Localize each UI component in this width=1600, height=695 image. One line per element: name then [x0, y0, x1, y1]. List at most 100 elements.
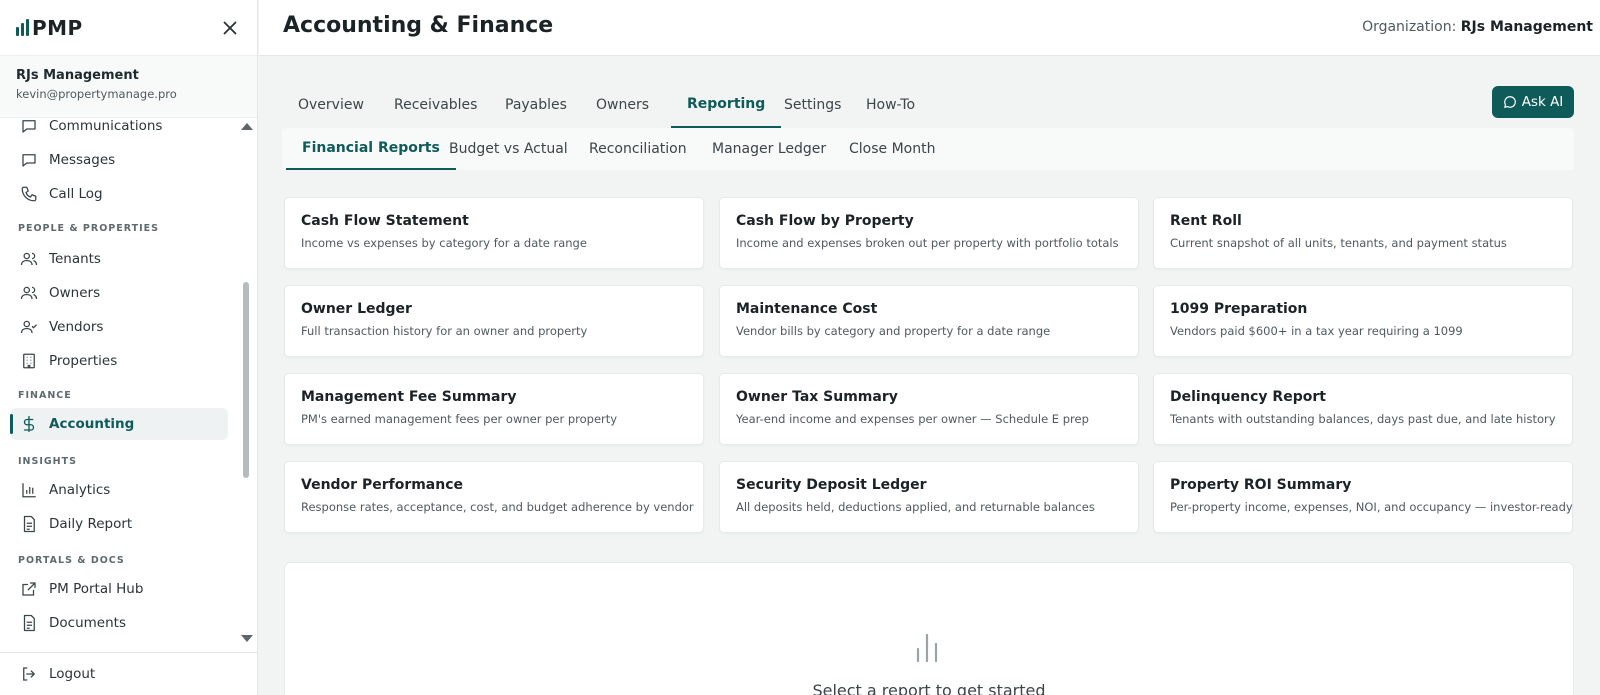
report-title: Cash Flow by Property: [736, 213, 914, 229]
section-people-properties: PEOPLE & PROPERTIES: [18, 223, 159, 234]
logout-icon: [23, 667, 36, 681]
report-card-owner-tax-summary[interactable]: Owner Tax Summary Year-end income and ex…: [719, 373, 1139, 445]
chat-bubble-icon: [22, 120, 36, 133]
logout-button[interactable]: Logout: [0, 652, 257, 695]
sidebar-item-properties[interactable]: Properties: [10, 345, 228, 377]
empty-state-message: Select a report to get started: [812, 681, 1046, 695]
sidebar-item-call-log[interactable]: Call Log: [10, 178, 228, 210]
ask-ai-label: Ask AI: [1521, 94, 1564, 110]
close-icon[interactable]: [219, 17, 241, 39]
sidebar-item-messages[interactable]: Messages: [10, 144, 228, 176]
user-email: kevin@propertymanage.pro: [16, 87, 177, 101]
section-portals-docs: PORTALS & DOCS: [18, 555, 125, 566]
dollar-icon: [23, 415, 35, 433]
section-finance: FINANCE: [18, 390, 72, 401]
report-description: Vendors paid $600+ in a tax year requiri…: [1170, 324, 1463, 338]
report-description: Full transaction history for an owner an…: [301, 324, 588, 338]
report-description: Vendor bills by category and property fo…: [736, 324, 1051, 338]
organization-name: RJs Management: [1460, 19, 1593, 35]
organization-label: Organization:: [1362, 19, 1457, 35]
tab-overview[interactable]: Overview: [282, 82, 380, 128]
report-description: PM's earned management fees per owner pe…: [301, 412, 618, 426]
external-link-icon: [22, 582, 36, 596]
report-card-management-fee-summary[interactable]: Management Fee Summary PM's earned manag…: [284, 373, 704, 445]
sidebar-item-label: Properties: [49, 353, 118, 369]
report-card-maintenance-cost[interactable]: Maintenance Cost Vendor bills by categor…: [719, 285, 1139, 357]
scroll-up-arrow-icon[interactable]: [241, 123, 253, 130]
sidebar-item-tenants[interactable]: Tenants: [10, 243, 228, 275]
sidebar-item-label: Documents: [49, 615, 126, 631]
user-check-icon: [20, 320, 37, 334]
tab-settings[interactable]: Settings: [768, 82, 857, 128]
report-description: Income and expenses broken out per prope…: [736, 236, 1119, 250]
report-title: Maintenance Cost: [736, 301, 878, 317]
chat-bubble-icon: [1503, 96, 1516, 108]
sidebar-scroll-thumb[interactable]: [243, 282, 249, 478]
scroll-down-arrow-icon[interactable]: [241, 635, 253, 642]
sidebar-item-label: Daily Report: [49, 516, 133, 532]
tab-owners[interactable]: Owners: [580, 82, 665, 128]
report-card-rent-roll[interactable]: Rent Roll Current snapshot of all units,…: [1153, 197, 1573, 269]
report-title: Owner Tax Summary: [736, 389, 898, 405]
report-title: Management Fee Summary: [301, 389, 517, 405]
sidebar-item-daily-report[interactable]: Daily Report: [10, 508, 228, 540]
report-title: 1099 Preparation: [1170, 301, 1308, 317]
sidebar-item-owners[interactable]: Owners: [10, 277, 228, 309]
report-card-vendor-performance[interactable]: Vendor Performance Response rates, accep…: [284, 461, 704, 533]
tab-payables[interactable]: Payables: [489, 82, 583, 128]
report-card-cash-flow-by-property[interactable]: Cash Flow by Property Income and expense…: [719, 197, 1139, 269]
report-description: Response rates, acceptance, cost, and bu…: [301, 500, 694, 514]
report-description: Current snapshot of all units, tenants, …: [1170, 236, 1507, 250]
bar-chart-icon: [22, 483, 36, 498]
report-description: Year-end income and expenses per owner —…: [736, 412, 1089, 426]
report-title: Rent Roll: [1170, 213, 1242, 229]
sidebar: PMP RJs Management kevin@propertymanage.…: [0, 0, 258, 695]
sidebar-item-label: Messages: [49, 152, 116, 168]
report-card-delinquency-report[interactable]: Delinquency Report Tenants with outstand…: [1153, 373, 1573, 445]
tab-how-to[interactable]: How-To: [850, 82, 931, 128]
section-insights: INSIGHTS: [18, 456, 77, 467]
sidebar-item-label: Vendors: [49, 319, 104, 335]
sidebar-item-label: Tenants: [49, 251, 101, 267]
report-card-property-roi-summary[interactable]: Property ROI Summary Per-property income…: [1153, 461, 1573, 533]
sidebar-item-analytics[interactable]: Analytics: [10, 474, 228, 506]
report-title: Cash Flow Statement: [301, 213, 469, 229]
logout-label: Logout: [49, 666, 96, 682]
report-card-1099-preparation[interactable]: 1099 Preparation Vendors paid $600+ in a…: [1153, 285, 1573, 357]
report-card-cash-flow-statement[interactable]: Cash Flow Statement Income vs expenses b…: [284, 197, 704, 269]
document-icon: [23, 515, 35, 533]
main-tabs: Overview Receivables Payables Owners Rep…: [282, 82, 1572, 128]
sidebar-item-vendors[interactable]: Vendors: [10, 311, 228, 343]
subtab-reconciliation[interactable]: Reconciliation: [573, 128, 703, 170]
ask-ai-button[interactable]: Ask AI: [1492, 86, 1574, 118]
report-title: Security Deposit Ledger: [736, 477, 927, 493]
sidebar-item-documents[interactable]: Documents: [10, 607, 228, 639]
brand-name: PMP: [32, 15, 83, 40]
document-icon: [23, 614, 35, 632]
sidebar-item-pm-portal-hub[interactable]: PM Portal Hub: [10, 573, 228, 605]
subtab-budget-vs-actual[interactable]: Budget vs Actual: [433, 128, 584, 170]
building-icon: [23, 353, 35, 369]
sidebar-item-label: Call Log: [49, 186, 103, 202]
subtab-financial-reports[interactable]: Financial Reports: [286, 128, 456, 170]
sidebar-item-label: PM Portal Hub: [49, 581, 144, 597]
report-card-owner-ledger[interactable]: Owner Ledger Full transaction history fo…: [284, 285, 704, 357]
subtab-close-month[interactable]: Close Month: [833, 128, 951, 170]
subtab-manager-ledger[interactable]: Manager Ledger: [696, 128, 842, 170]
users-icon: [20, 286, 38, 300]
report-description: Tenants with outstanding balances, days …: [1170, 412, 1556, 426]
reporting-subtabs: Financial Reports Budget vs Actual Recon…: [282, 128, 1574, 170]
report-title: Property ROI Summary: [1170, 477, 1352, 493]
bar-chart-icon: [916, 633, 938, 663]
sidebar-item-label: Communications: [49, 118, 163, 134]
report-card-security-deposit-ledger[interactable]: Security Deposit Ledger All deposits hel…: [719, 461, 1139, 533]
report-title: Vendor Performance: [301, 477, 464, 493]
brand-logo-icon: [16, 19, 29, 36]
report-title: Delinquency Report: [1170, 389, 1326, 405]
tab-receivables[interactable]: Receivables: [378, 82, 493, 128]
sidebar-item-accounting[interactable]: Accounting: [10, 408, 228, 440]
users-icon: [20, 252, 38, 266]
sidebar-item-communications[interactable]: Communications: [10, 110, 228, 142]
report-preview-panel: Select a report to get started: [284, 562, 1574, 695]
tab-reporting[interactable]: Reporting: [671, 82, 782, 128]
